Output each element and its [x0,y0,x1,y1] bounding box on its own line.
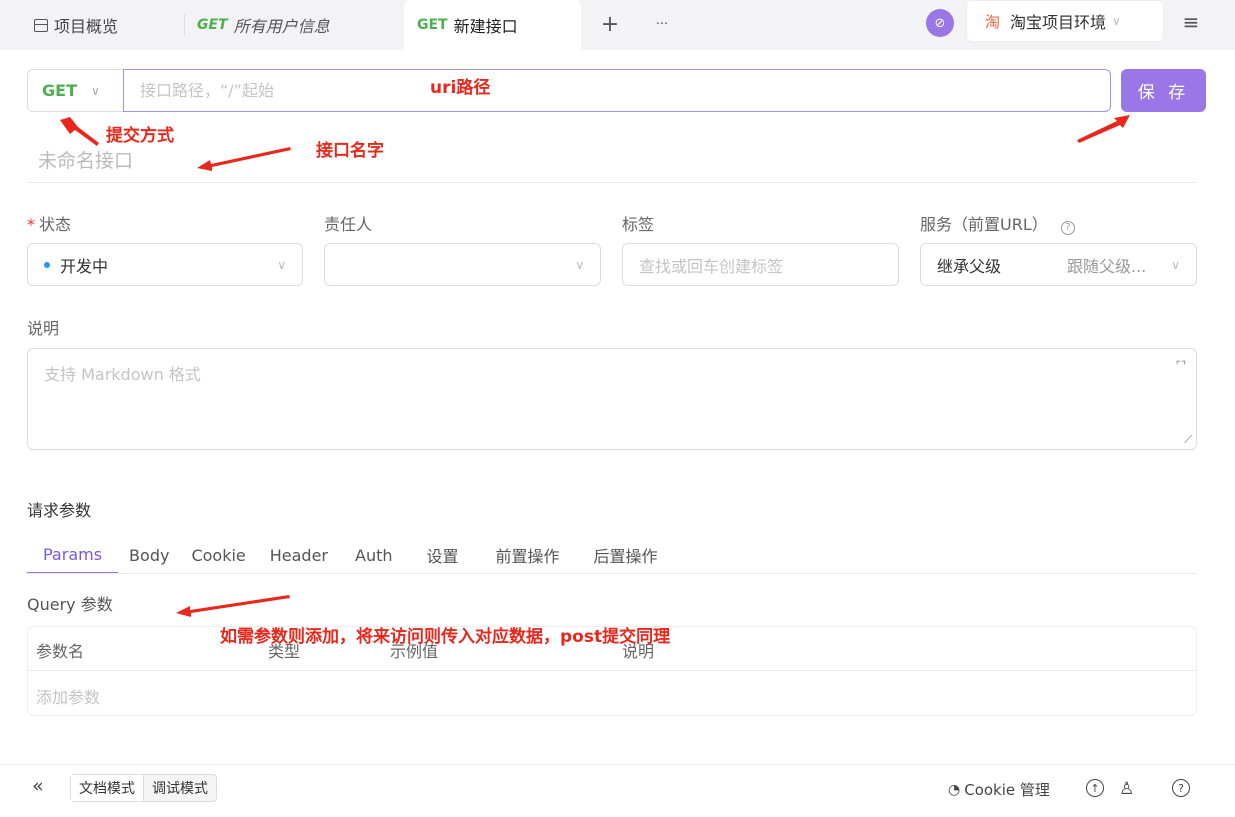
mode-switch: 文档模式 调试模式 [70,774,217,802]
cookie-manager-button[interactable]: ◔ Cookie 管理 [948,779,1050,800]
upload-icon[interactable]: ↑ [1086,779,1104,797]
arrow-to-save [1077,115,1130,143]
annotation-arrows [60,115,1130,617]
help-circle-icon[interactable]: ? [1172,779,1190,797]
mode-doc[interactable]: 文档模式 [71,775,144,801]
cookie-icon: ◔ [948,781,961,798]
arrow-to-name [197,147,291,171]
arrow-to-query [176,595,290,617]
collapse-sidebar-icon[interactable]: « [32,775,44,797]
cookie-manager-label: Cookie 管理 [964,781,1050,799]
arrow-to-method [60,117,99,146]
shirt-icon[interactable]: ♙ [1119,779,1134,799]
mode-debug[interactable]: 调试模式 [144,775,216,801]
